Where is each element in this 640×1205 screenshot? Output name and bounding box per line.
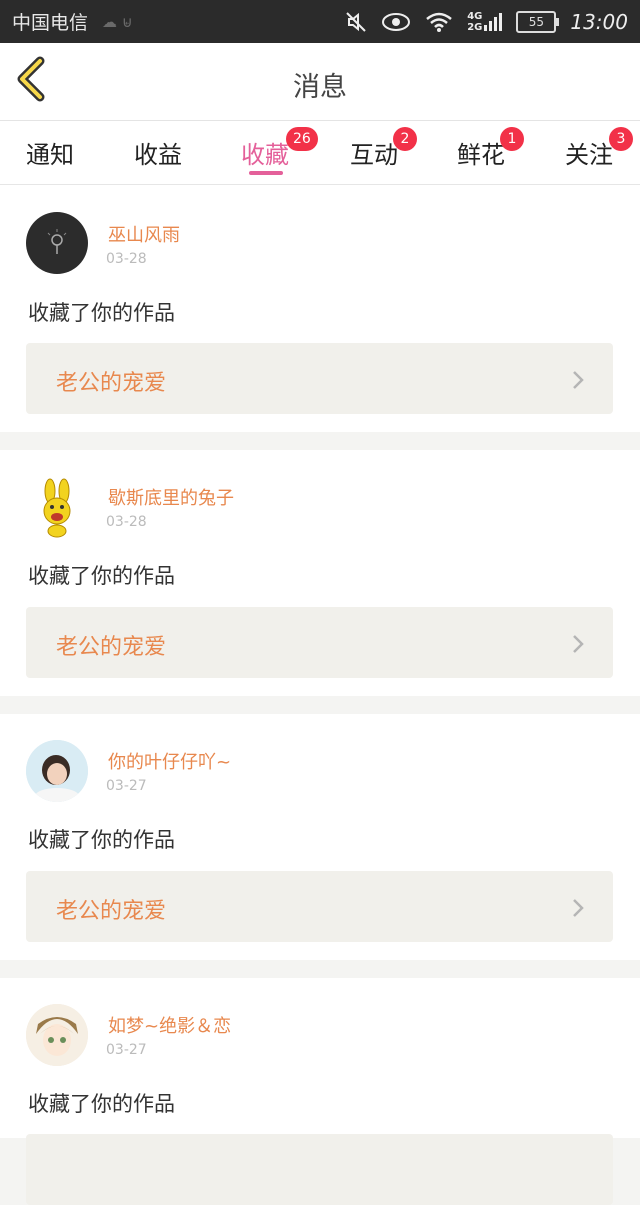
message-date: 03-27 xyxy=(106,1042,147,1058)
girl-portrait-icon xyxy=(26,740,88,802)
message-date: 03-27 xyxy=(106,778,147,794)
tab-earnings[interactable]: 收益 xyxy=(134,135,182,170)
page-title: 消息 xyxy=(293,72,347,103)
username-link[interactable]: 你的叶仔仔吖~ xyxy=(108,748,231,774)
count-badge: 3 xyxy=(609,127,633,151)
avatar[interactable] xyxy=(26,740,88,802)
tab-bar: 通知 收益 收藏 26 互动 2 鲜花 1 关注 3 xyxy=(0,121,640,185)
tab-interaction[interactable]: 互动 2 xyxy=(350,127,417,170)
notification-icons: ☁ ⊌ xyxy=(102,12,133,31)
wifi-icon xyxy=(426,12,452,32)
bunny-icon xyxy=(43,478,71,538)
mute-icon xyxy=(346,11,366,32)
message-card: 歇斯底里的兔子 03-28 收藏了你的作品 老公的宠爱 xyxy=(0,450,640,696)
username-link[interactable]: 歇斯底里的兔子 xyxy=(108,484,234,510)
username-link[interactable]: 如梦~绝影＆恋 xyxy=(108,1012,231,1038)
anime-portrait-icon xyxy=(26,1004,88,1066)
work-title: 老公的宠爱 xyxy=(56,899,167,924)
tab-label: 收益 xyxy=(134,141,182,169)
tab-label: 互动 xyxy=(350,141,398,169)
avatar[interactable] xyxy=(26,477,88,539)
tab-label: 鲜花 xyxy=(457,141,505,169)
status-bar: 中国电信 ☁ ⊌ 4G 2G 55 13:00 xyxy=(0,0,640,43)
battery-indicator: 55 xyxy=(516,10,560,33)
username-link[interactable]: 巫山风雨 xyxy=(108,221,180,247)
header-bar: 消息 xyxy=(0,43,640,121)
tab-follow[interactable]: 关注 3 xyxy=(565,127,633,170)
chevron-right-icon xyxy=(573,635,584,653)
carrier-label: 中国电信 xyxy=(12,12,89,34)
message-card: 如梦~绝影＆恋 03-27 收藏了你的作品 xyxy=(0,978,640,1205)
message-date: 03-28 xyxy=(106,514,147,530)
message-card: 巫山风雨 03-28 收藏了你的作品 老公的宠爱 xyxy=(0,185,640,432)
work-link[interactable]: 老公的宠爱 xyxy=(26,343,613,414)
chevron-right-icon xyxy=(573,899,584,917)
count-badge: 26 xyxy=(286,127,318,151)
dandelion-icon xyxy=(47,229,67,254)
chevron-right-icon xyxy=(573,371,584,389)
tab-flowers[interactable]: 鲜花 1 xyxy=(457,127,524,170)
action-text: 收藏了你的作品 xyxy=(28,564,175,588)
eye-comfort-icon xyxy=(382,12,411,31)
tab-label: 收藏 xyxy=(241,141,289,169)
tab-notice[interactable]: 通知 xyxy=(26,135,74,170)
count-badge: 2 xyxy=(393,127,417,151)
work-link[interactable] xyxy=(26,1134,613,1205)
count-badge: 1 xyxy=(500,127,524,151)
clock: 13:00 xyxy=(570,9,628,34)
tab-favorites[interactable]: 收藏 26 xyxy=(241,127,318,170)
tab-label: 通知 xyxy=(26,141,74,169)
work-title: 老公的宠爱 xyxy=(56,371,167,396)
tab-label: 关注 xyxy=(565,141,613,169)
signal-icon xyxy=(484,12,503,31)
work-link[interactable]: 老公的宠爱 xyxy=(26,607,613,678)
action-text: 收藏了你的作品 xyxy=(28,301,175,325)
action-text: 收藏了你的作品 xyxy=(28,1092,175,1116)
message-date: 03-28 xyxy=(106,251,147,267)
action-text: 收藏了你的作品 xyxy=(28,828,175,852)
message-card: 你的叶仔仔吖~ 03-27 收藏了你的作品 老公的宠爱 xyxy=(0,714,640,960)
network-type: 4G 2G xyxy=(467,10,483,33)
active-tab-indicator xyxy=(249,171,283,175)
work-title: 老公的宠爱 xyxy=(56,635,167,660)
avatar[interactable] xyxy=(26,212,88,274)
avatar[interactable] xyxy=(26,1004,88,1066)
work-link[interactable]: 老公的宠爱 xyxy=(26,871,613,942)
